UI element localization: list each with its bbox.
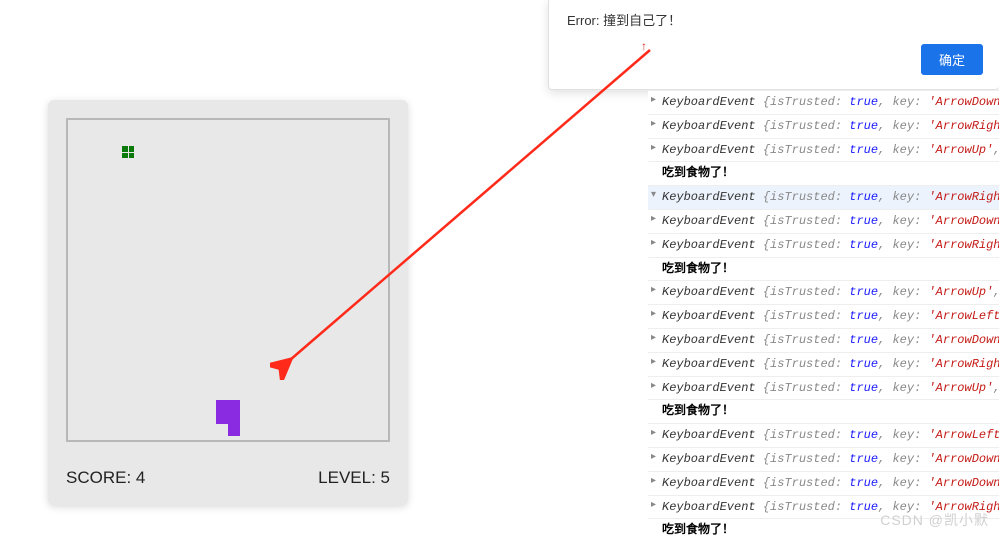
- score-text: SCORE: 4: [66, 468, 145, 488]
- log-row[interactable]: KeyboardEvent {isTrusted: true, key: 'Ar…: [648, 280, 999, 304]
- log-row[interactable]: KeyboardEvent {isTrusted: true, key: 'Ar…: [648, 447, 999, 471]
- snake-block: [228, 400, 240, 412]
- level-text: LEVEL: 5: [318, 468, 390, 488]
- log-row[interactable]: 吃到食物了！: [648, 257, 999, 281]
- log-ate: 吃到食物了！: [662, 523, 734, 537]
- log-row[interactable]: KeyboardEvent {isTrusted: true, key: 'Ar…: [648, 328, 999, 352]
- log-ate: 吃到食物了！: [662, 262, 734, 276]
- game-board: [66, 118, 390, 442]
- log-row[interactable]: KeyboardEvent {isTrusted: true, key: 'Ar…: [648, 90, 999, 114]
- snake-block: [216, 412, 228, 424]
- food: [122, 146, 134, 158]
- game-panel: SCORE: 4 LEVEL: 5: [48, 100, 408, 505]
- console-panel: KeyboardEvent {isTrusted: true, key: 'Ar…: [648, 90, 999, 542]
- alert-dialog: Error: 撞到自己了！ ↑ 确定: [548, 0, 999, 90]
- log-row[interactable]: KeyboardEvent {isTrusted: true, key: 'Ar…: [648, 138, 999, 162]
- log-row[interactable]: KeyboardEvent {isTrusted: true, key: 'Ar…: [648, 114, 999, 138]
- log-row[interactable]: KeyboardEvent {isTrusted: true, key: 'Ar…: [648, 471, 999, 495]
- log-row[interactable]: KeyboardEvent {isTrusted: true, key: 'Ar…: [648, 376, 999, 400]
- log-row[interactable]: KeyboardEvent {isTrusted: true, key: 'Ar…: [648, 423, 999, 447]
- score-bar: SCORE: 4 LEVEL: 5: [66, 468, 390, 488]
- log-row[interactable]: KeyboardEvent {isTrusted: true, key: 'Ar…: [648, 304, 999, 328]
- log-row[interactable]: 吃到食物了！: [648, 399, 999, 423]
- confirm-button[interactable]: 确定: [921, 44, 983, 75]
- alert-message: Error: 撞到自己了！: [567, 10, 981, 29]
- log-row[interactable]: KeyboardEvent {isTrusted: true, key: 'Ar…: [648, 352, 999, 376]
- snake-block: [216, 400, 228, 412]
- snake-block: [228, 412, 240, 424]
- watermark: CSDN @凯小默: [880, 510, 989, 530]
- log-row[interactable]: KeyboardEvent {isTrusted: true, key: 'Ar…: [648, 185, 999, 209]
- caret-icon: ↑: [641, 39, 647, 53]
- log-ate: 吃到食物了！: [662, 166, 734, 180]
- log-ate: 吃到食物了！: [662, 404, 734, 418]
- log-row[interactable]: KeyboardEvent {isTrusted: true, key: 'Ar…: [648, 233, 999, 257]
- log-row[interactable]: KeyboardEvent {isTrusted: true, key: 'Ar…: [648, 209, 999, 233]
- log-row[interactable]: 吃到食物了！: [648, 161, 999, 185]
- snake-block: [228, 424, 240, 436]
